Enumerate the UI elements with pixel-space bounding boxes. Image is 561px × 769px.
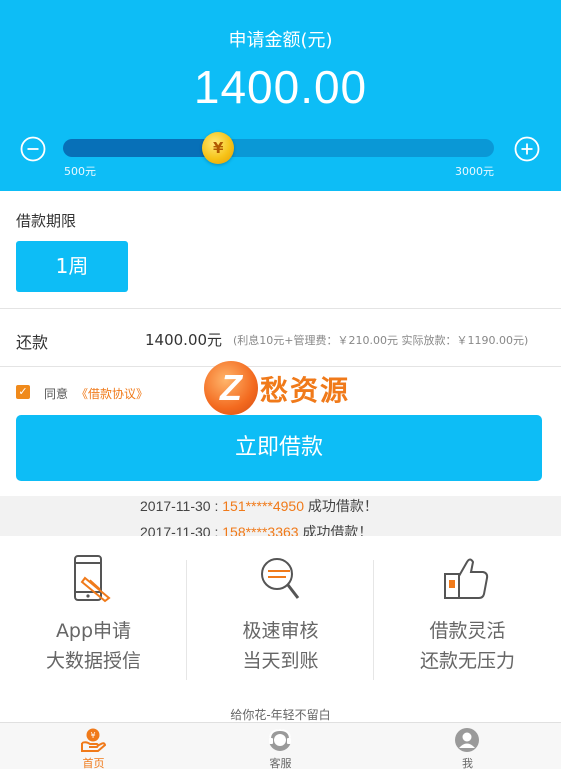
feature-item: App申请 大数据授信	[0, 536, 187, 700]
tab-service[interactable]: 客服	[187, 723, 374, 769]
ticker-phone: 158****3363	[222, 524, 299, 536]
feature-subtitle: 大数据授信	[45, 650, 141, 672]
ticker-date: 2017-11-30 :	[140, 524, 223, 536]
plus-icon[interactable]	[514, 136, 540, 162]
loan-ticker: 2017-11-30 : 151*****4950 成功借款！ 2017-11-…	[0, 496, 561, 536]
tab-me[interactable]: 我	[374, 723, 561, 769]
slogan: 给你花-年轻不留白	[230, 708, 331, 722]
phone-apply-icon	[74, 555, 111, 603]
repay-label: 还款	[16, 333, 49, 352]
loan-agreement-link[interactable]: 《借款协议》	[76, 385, 148, 402]
ticker-phone: 151*****4950	[222, 498, 304, 514]
ticker-item: 2017-11-30 : 151*****4950 成功借款！	[140, 496, 378, 516]
feature-item: 借款灵活 还款无压力	[374, 536, 561, 700]
period-option-button[interactable]: 1周	[16, 241, 128, 292]
period-label: 借款期限	[16, 212, 77, 230]
minus-icon[interactable]	[20, 136, 46, 162]
feature-subtitle: 还款无压力	[419, 650, 515, 672]
watermark-logo-icon: Z	[204, 361, 258, 415]
divider	[0, 308, 561, 309]
home-icon: ¥	[81, 728, 106, 752]
watermark-logo: Z 愁资源	[204, 361, 364, 415]
slider-max-label: 3000元	[455, 165, 494, 178]
search-review-icon	[261, 558, 300, 599]
ticker-status: 成功借款！	[304, 498, 378, 514]
ticker-status: 成功借款！	[298, 524, 373, 536]
repay-detail: (利息10元+管理费：￥210.00元 实际放款：￥1190.00元)	[233, 334, 529, 347]
feature-title: App申请	[55, 620, 132, 642]
amount-slider-track[interactable]	[63, 139, 494, 157]
tab-home[interactable]: ¥ 首页	[0, 723, 187, 769]
ticker-item: 2017-11-30 : 158****3363 成功借款！	[140, 522, 372, 536]
feature-title: 极速审核	[242, 620, 319, 642]
amount-slider-fill	[63, 139, 219, 157]
slider-min-label: 500元	[64, 165, 96, 178]
amount-title: 申请金额(元)	[228, 30, 333, 51]
apply-loan-button[interactable]: 立即借款	[16, 415, 542, 481]
bottom-tabbar: ¥ 首页 客服 我	[0, 722, 561, 769]
svg-text:¥: ¥	[90, 731, 95, 740]
thumbs-up-icon	[444, 558, 489, 599]
user-icon	[455, 728, 479, 752]
amount-value: 1400.00	[193, 61, 368, 113]
repay-amount: 1400.00元	[145, 331, 223, 349]
feature-title: 借款灵活	[429, 620, 506, 642]
amount-header: 申请金额(元) 1400.00 ¥ 500元 3000元	[0, 0, 561, 191]
feature-section: App申请 大数据授信 极速审核 当天到账 借款灵活 还款无压力	[0, 536, 561, 700]
service-icon	[269, 728, 291, 751]
amount-slider-handle[interactable]: ¥	[202, 132, 235, 164]
ticker-date: 2017-11-30 :	[140, 498, 223, 514]
tab-label: 客服	[269, 757, 292, 769]
watermark-text: 愁资源	[260, 374, 351, 407]
agree-text: 同意	[44, 387, 69, 401]
feature-subtitle: 当天到账	[242, 650, 319, 672]
feature-item: 极速审核 当天到账	[187, 536, 374, 700]
agree-checkbox[interactable]: ✓	[16, 385, 30, 399]
tab-label: 首页	[82, 757, 105, 769]
tab-label: 我	[462, 757, 473, 769]
